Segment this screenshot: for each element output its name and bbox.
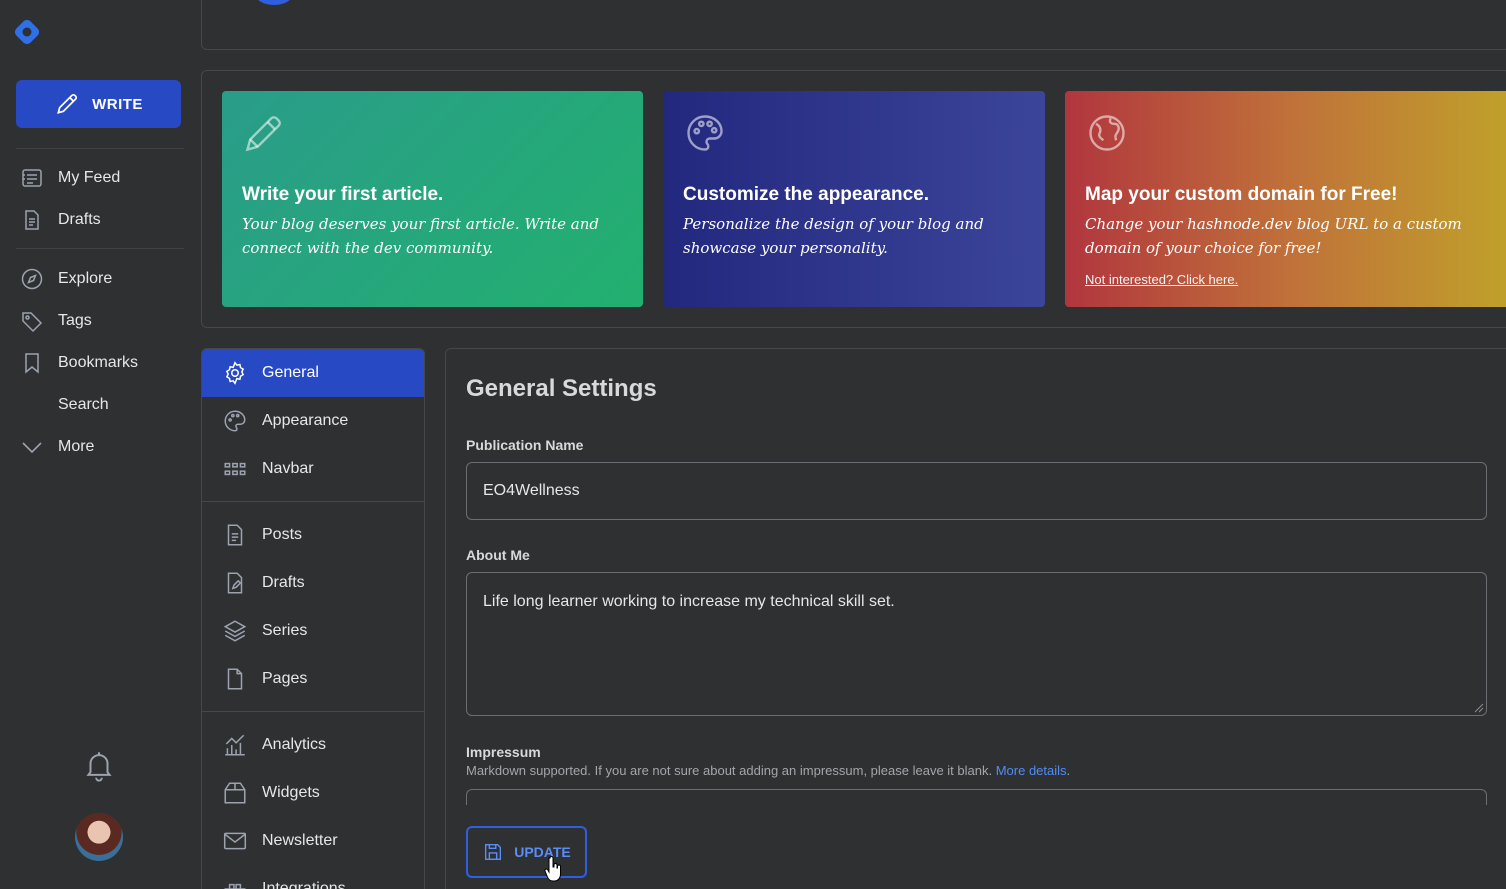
publication-name-input[interactable]: EO4Wellness	[466, 462, 1487, 520]
update-label: UPDATE	[514, 844, 571, 860]
sidebar-item-drafts[interactable]: Drafts	[16, 201, 184, 239]
sidebar-item-label: My Feed	[58, 169, 121, 186]
write-button[interactable]: WRITE	[16, 80, 181, 128]
publication-name-value: EO4Wellness	[483, 482, 580, 499]
card-title: Map your custom domain for Free!	[1085, 184, 1398, 205]
palette-icon	[687, 115, 723, 151]
settings-nav-label: Widgets	[262, 784, 320, 801]
card-title: Write your first article.	[242, 184, 444, 205]
divider	[16, 148, 184, 149]
settings-nav-drafts[interactable]: Drafts	[202, 559, 424, 607]
page-icon	[222, 666, 248, 692]
settings-nav-posts[interactable]: Posts	[202, 511, 424, 559]
analytics-icon	[222, 732, 248, 758]
pencil-icon	[57, 93, 78, 114]
card-text: Change your hashnode.dev blog URL to a c…	[1085, 215, 1462, 257]
card-customize-appearance[interactable]: Customize the appearance. Personalize th…	[663, 91, 1045, 307]
bookmark-icon	[20, 351, 44, 375]
about-me-value: Life long learner working to increase my…	[483, 593, 895, 610]
general-settings-panel: General Settings Publication Name EO4Wel…	[445, 348, 1506, 889]
sidebar-item-label: Drafts	[58, 211, 101, 228]
header-strip	[201, 0, 1506, 50]
page-title: General Settings	[466, 375, 657, 402]
globe-icon	[1089, 115, 1125, 151]
settings-nav-label: Drafts	[262, 574, 305, 591]
document-icon	[20, 208, 44, 232]
about-me-textarea[interactable]: Life long learner working to increase my…	[466, 572, 1487, 716]
impressum-label: Impressum	[466, 744, 541, 760]
about-me-label: About Me	[466, 547, 530, 563]
divider	[16, 248, 184, 249]
layers-icon	[222, 618, 248, 644]
impressum-hint-text: Markdown supported. If you are not sure …	[466, 763, 993, 778]
feed-icon	[20, 166, 44, 190]
grid-icon	[222, 456, 248, 482]
left-sidebar: WRITE My Feed Drafts Explore Tags Bookma…	[0, 0, 200, 889]
mail-icon	[222, 828, 248, 854]
card-text: Personalize the design of your blog and …	[683, 215, 984, 257]
compass-icon	[20, 267, 44, 291]
settings-nav-analytics[interactable]: Analytics	[202, 721, 424, 769]
divider	[202, 711, 424, 712]
chevron-down-icon	[20, 435, 44, 459]
settings-nav: General Appearance Navbar Posts Drafts S…	[201, 348, 425, 889]
hashnode-logo-icon[interactable]	[12, 17, 42, 47]
settings-nav-label: Integrations	[262, 880, 346, 889]
card-title: Customize the appearance.	[683, 184, 930, 205]
settings-nav-label: Appearance	[262, 412, 349, 429]
settings-nav-pages[interactable]: Pages	[202, 655, 424, 703]
settings-nav-label: Newsletter	[262, 832, 338, 849]
sidebar-item-label: Tags	[58, 312, 92, 329]
impressum-input[interactable]	[466, 789, 1487, 805]
settings-nav-integrations[interactable]: Integrations	[202, 865, 424, 889]
more-details-link[interactable]: More details	[996, 763, 1067, 778]
settings-nav-appearance[interactable]: Appearance	[202, 397, 424, 445]
settings-nav-navbar[interactable]: Navbar	[202, 445, 424, 493]
sidebar-item-more[interactable]: More	[16, 428, 184, 466]
bell-icon[interactable]	[82, 748, 116, 782]
settings-nav-widgets[interactable]: Widgets	[202, 769, 424, 817]
integrations-icon	[222, 876, 248, 889]
divider	[202, 501, 424, 502]
settings-nav-label: Analytics	[262, 736, 327, 753]
sidebar-item-label: Bookmarks	[58, 354, 139, 371]
settings-nav-label: General	[262, 364, 319, 381]
palette-icon	[222, 408, 248, 434]
app-window: WRITE My Feed Drafts Explore Tags Bookma…	[0, 0, 1506, 889]
settings-nav-label: Navbar	[262, 460, 314, 477]
sidebar-item-bookmarks[interactable]: Bookmarks	[16, 344, 184, 382]
document-icon	[222, 522, 248, 548]
write-label: WRITE	[92, 95, 143, 113]
settings-nav-label: Series	[262, 622, 308, 639]
card-write-first-article[interactable]: Write your first article. Your blog dese…	[222, 91, 643, 307]
dismiss-link[interactable]: Not interested? Click here.	[1085, 272, 1238, 287]
update-button[interactable]: UPDATE	[466, 826, 587, 878]
draft-icon	[222, 570, 248, 596]
sidebar-item-label: Search	[58, 396, 109, 413]
sidebar-item-search[interactable]: Search	[16, 386, 184, 424]
tag-icon	[20, 309, 44, 333]
settings-nav-newsletter[interactable]: Newsletter	[202, 817, 424, 865]
gear-icon	[222, 360, 248, 386]
settings-nav-label: Pages	[262, 670, 308, 687]
widget-icon	[222, 780, 248, 806]
impressum-hint: Markdown supported. If you are not sure …	[466, 763, 1071, 778]
sidebar-item-tags[interactable]: Tags	[16, 302, 184, 340]
resize-handle-icon[interactable]	[1474, 703, 1484, 713]
pencil-icon	[245, 116, 281, 152]
save-icon	[485, 843, 502, 861]
sidebar-item-label: Explore	[58, 270, 113, 287]
publication-name-label: Publication Name	[466, 437, 584, 453]
settings-nav-label: Posts	[262, 526, 303, 543]
hand-cursor-icon	[544, 856, 561, 882]
sidebar-item-explore[interactable]: Explore	[16, 260, 184, 298]
blog-avatar[interactable]	[252, 0, 296, 7]
sidebar-item-label: More	[58, 438, 95, 455]
settings-nav-series[interactable]: Series	[202, 607, 424, 655]
card-custom-domain[interactable]: Map your custom domain for Free! Change …	[1065, 91, 1506, 307]
sidebar-item-my-feed[interactable]: My Feed	[16, 159, 184, 197]
card-text: Your blog deserves your first article. W…	[242, 215, 599, 257]
avatar[interactable]	[75, 813, 123, 861]
settings-nav-general[interactable]: General	[202, 349, 424, 397]
